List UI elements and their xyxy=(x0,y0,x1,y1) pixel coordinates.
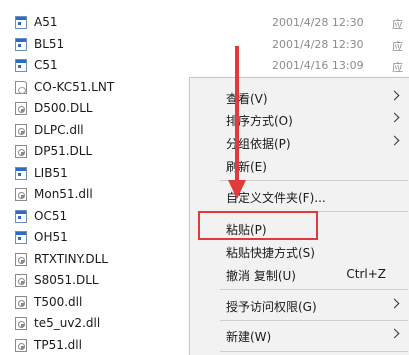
menu-item-label: 排序方式(O) xyxy=(226,114,293,128)
menu-item-undo-copy[interactable]: 撤消 复制(U) Ctrl+Z xyxy=(190,263,409,285)
chevron-right-icon xyxy=(389,90,400,101)
file-name: S8051.DLL xyxy=(34,273,99,287)
file-name: TP51.dll xyxy=(34,337,82,352)
file-date: 2001/4/28 12:30 xyxy=(272,37,364,51)
menu-item-label: 自定义文件夹(F)... xyxy=(226,191,326,205)
application-icon xyxy=(15,209,27,223)
file-name: RTXTINY.DLL xyxy=(34,251,108,266)
explorer-window: A51 2001/4/28 12:30 应 BL51 2001/4/28 12:… xyxy=(0,0,409,355)
menu-item-give-access[interactable]: 授予访问权限(G) xyxy=(190,294,409,316)
menu-item-sort-by[interactable]: 排序方式(O) xyxy=(190,108,409,130)
file-name: BL51 xyxy=(34,36,65,51)
dll-file-icon xyxy=(15,188,27,201)
file-row[interactable]: A51 2001/4/28 12:30 应 xyxy=(0,12,409,34)
application-icon xyxy=(15,166,27,180)
menu-item-label: 刷新(E) xyxy=(226,160,267,174)
dll-file-icon xyxy=(15,338,27,352)
menu-item-label: 分组依据(P) xyxy=(226,137,291,151)
menu-separator xyxy=(220,351,408,352)
application-icon xyxy=(15,59,27,72)
document-file-icon xyxy=(15,80,27,94)
menu-item-paste[interactable]: 粘贴(P) xyxy=(190,217,409,239)
menu-item-label: 撤消 复制(U) xyxy=(226,269,296,283)
menu-separator xyxy=(220,180,408,181)
chevron-right-icon xyxy=(389,135,400,146)
file-type: 应 xyxy=(392,18,403,31)
file-name: LIB51 xyxy=(34,165,68,180)
file-name: D500.DLL xyxy=(34,101,93,115)
dll-file-icon xyxy=(15,123,27,137)
file-date: 2001/4/28 12:30 xyxy=(272,16,364,29)
application-icon xyxy=(15,16,27,29)
file-name: C51 xyxy=(34,58,58,72)
file-name: OC51 xyxy=(34,208,68,223)
dll-file-icon xyxy=(15,274,27,287)
dll-file-icon xyxy=(15,102,27,115)
menu-item-customize-folder[interactable]: 自定义文件夹(F)... xyxy=(190,185,409,207)
menu-item-shortcut: Ctrl+Z xyxy=(346,267,386,281)
menu-item-view[interactable]: 查看(V) xyxy=(190,86,409,108)
menu-separator xyxy=(220,320,408,321)
dll-file-icon xyxy=(15,295,27,309)
context-menu: 查看(V) 排序方式(O) 分组依据(P) 刷新(E) 自定义文件夹(F)...… xyxy=(189,77,409,355)
application-icon xyxy=(15,37,27,51)
menu-separator xyxy=(220,211,408,212)
file-date: 2001/4/16 13:09 xyxy=(272,59,364,72)
file-name: DLPC.dll xyxy=(34,122,84,137)
menu-item-new[interactable]: 新建(W) xyxy=(190,324,409,346)
file-name: CO-KC51.LNT xyxy=(34,79,115,94)
menu-item-label: 新建(W) xyxy=(226,330,272,344)
menu-item-label: 查看(V) xyxy=(226,92,268,106)
dll-file-icon xyxy=(15,145,27,158)
file-row[interactable]: C51 2001/4/16 13:09 应 xyxy=(0,55,409,77)
file-row[interactable]: BL51 2001/4/28 12:30 应 xyxy=(0,34,409,56)
application-icon xyxy=(15,231,27,244)
menu-item-paste-shortcut[interactable]: 粘贴快捷方式(S) xyxy=(190,240,409,262)
file-name: T500.dll xyxy=(34,294,83,309)
file-name: DP51.DLL xyxy=(34,144,93,158)
file-name: Mon51.dll xyxy=(34,187,93,201)
file-name: te5_uv2.dll xyxy=(34,316,101,330)
chevron-right-icon xyxy=(389,328,400,339)
chevron-right-icon xyxy=(389,298,400,309)
chevron-right-icon xyxy=(389,112,400,123)
file-type: 应 xyxy=(392,61,403,74)
menu-separator xyxy=(220,289,408,290)
file-name: A51 xyxy=(34,15,58,29)
menu-item-group-by[interactable]: 分组依据(P) xyxy=(190,131,409,153)
menu-item-label: 授予访问权限(G) xyxy=(226,300,317,314)
dll-file-icon xyxy=(15,317,27,330)
dll-file-icon xyxy=(15,252,27,266)
menu-item-label: 粘贴(P) xyxy=(226,223,267,237)
menu-item-refresh[interactable]: 刷新(E) xyxy=(190,154,409,176)
file-type: 应 xyxy=(392,39,403,53)
file-name: OH51 xyxy=(34,230,68,244)
menu-item-label: 粘贴快捷方式(S) xyxy=(226,246,315,260)
